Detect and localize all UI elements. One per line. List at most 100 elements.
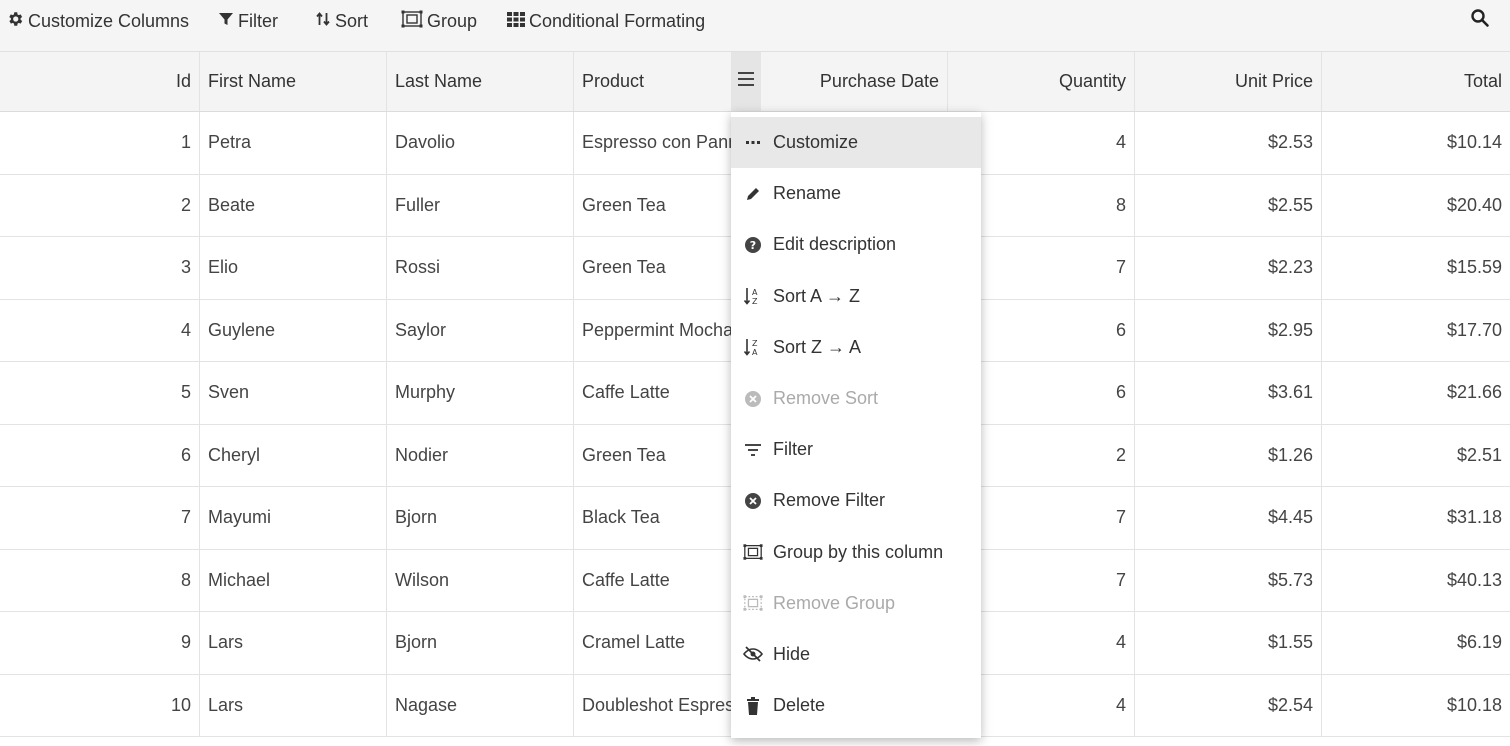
cell-last-name[interactable]: Murphy xyxy=(387,362,574,424)
menu-item-label: Delete xyxy=(773,695,826,716)
cell-first-name[interactable]: Cheryl xyxy=(200,424,387,486)
cell-total[interactable]: $2.51 xyxy=(1322,425,1510,487)
conditional-formatting-label: Conditional Formating xyxy=(529,10,706,31)
cell-total[interactable]: $15.59 xyxy=(1322,237,1510,299)
menu-item-remove-group[interactable]: Remove Group xyxy=(731,578,981,629)
menu-item-label: Filter xyxy=(773,439,813,460)
column-header-total[interactable]: Total xyxy=(1322,52,1510,111)
cell-unit-price[interactable]: $2.53 xyxy=(1135,112,1322,174)
filter-button[interactable]: Filter xyxy=(218,8,278,34)
cell-id[interactable]: 4 xyxy=(0,299,200,361)
cell-id[interactable]: 10 xyxy=(0,674,200,736)
column-header-id[interactable]: Id xyxy=(0,52,200,111)
menu-item-customize[interactable]: Customize xyxy=(731,117,981,169)
cell-id[interactable]: 7 xyxy=(0,487,200,549)
cell-first-name[interactable]: Lars xyxy=(200,674,387,736)
cell-last-name[interactable]: Nagase xyxy=(387,674,574,736)
cell-unit-price[interactable]: $1.55 xyxy=(1135,612,1322,674)
customize-columns-button[interactable]: Customize Columns xyxy=(6,8,189,34)
sort-label: Sort xyxy=(335,10,369,31)
grid-icon xyxy=(507,11,525,32)
cell-last-name[interactable]: Bjorn xyxy=(387,612,574,674)
cell-id[interactable]: 6 xyxy=(0,424,200,486)
cell-total[interactable]: $6.19 xyxy=(1322,612,1510,674)
cell-first-name[interactable]: Guylene xyxy=(200,299,387,361)
menu-item-edit-description[interactable]: ? Edit description xyxy=(731,219,981,270)
search-icon[interactable] xyxy=(1470,8,1492,30)
cell-first-name[interactable]: Elio xyxy=(200,237,387,299)
svg-text:?: ? xyxy=(750,239,756,252)
cell-unit-price[interactable]: $1.26 xyxy=(1135,424,1322,486)
svg-text:Z: Z xyxy=(752,297,758,306)
cell-unit-price[interactable]: $4.45 xyxy=(1135,487,1322,549)
cell-id[interactable]: 5 xyxy=(0,362,200,424)
sort-arrows-icon xyxy=(315,11,331,32)
cell-total[interactable]: $10.14 xyxy=(1322,112,1510,174)
cell-unit-price[interactable]: $5.73 xyxy=(1135,549,1322,611)
column-menu-button[interactable] xyxy=(731,52,761,111)
cell-last-name[interactable]: Fuller xyxy=(387,174,574,236)
cell-first-name[interactable]: Mayumi xyxy=(200,487,387,549)
hamburger-icon xyxy=(737,71,755,92)
cell-id[interactable]: 2 xyxy=(0,174,200,236)
cell-last-name[interactable]: Saylor xyxy=(387,299,574,361)
group-label: Group xyxy=(427,10,478,31)
cell-id[interactable]: 9 xyxy=(0,612,200,674)
cell-total[interactable]: $10.18 xyxy=(1322,675,1510,737)
menu-item-label: Rename xyxy=(773,183,842,204)
cell-unit-price[interactable]: $2.54 xyxy=(1135,674,1322,736)
cell-total[interactable]: $40.13 xyxy=(1322,550,1510,612)
menu-item-remove-sort[interactable]: Remove Sort xyxy=(731,373,981,424)
question-circle-icon: ? xyxy=(743,235,763,255)
menu-item-remove-filter[interactable]: Remove Filter xyxy=(731,475,981,526)
cell-first-name[interactable]: Petra xyxy=(200,112,387,174)
cell-last-name[interactable]: Davolio xyxy=(387,112,574,174)
group-icon xyxy=(743,542,763,562)
cell-total[interactable]: $17.70 xyxy=(1322,300,1510,362)
menu-item-hide[interactable]: Hide xyxy=(731,629,981,680)
cell-last-name[interactable]: Bjorn xyxy=(387,487,574,549)
menu-item-sort-asc[interactable]: AZ Sort A → Z xyxy=(731,271,981,322)
filter-label: Filter xyxy=(238,10,278,31)
group-button[interactable]: Group xyxy=(401,8,477,34)
column-header-quantity[interactable]: Quantity xyxy=(948,52,1135,111)
cell-unit-price[interactable]: $3.61 xyxy=(1135,362,1322,424)
sort-az-icon: AZ xyxy=(743,286,763,306)
menu-item-label: Remove Group xyxy=(773,592,896,613)
svg-text:Z: Z xyxy=(752,339,758,348)
menu-item-group-by-column[interactable]: Group by this column xyxy=(731,527,981,578)
cell-id[interactable]: 3 xyxy=(0,237,200,299)
toolbar: Customize Columns Filter Sort Group Cond… xyxy=(0,0,1510,52)
column-header-unit-price[interactable]: Unit Price xyxy=(1135,52,1322,111)
menu-item-label: Customize xyxy=(773,132,859,153)
cell-last-name[interactable]: Wilson xyxy=(387,549,574,611)
cell-total[interactable]: $20.40 xyxy=(1322,175,1510,237)
menu-item-rename[interactable]: Rename xyxy=(731,168,981,219)
cell-first-name[interactable]: Beate xyxy=(200,174,387,236)
cell-last-name[interactable]: Rossi xyxy=(387,237,574,299)
svg-text:A: A xyxy=(752,348,758,357)
menu-item-filter[interactable]: Filter xyxy=(731,424,981,475)
cell-first-name[interactable]: Michael xyxy=(200,549,387,611)
filter-icon xyxy=(218,11,234,32)
cell-unit-price[interactable]: $2.23 xyxy=(1135,237,1322,299)
column-header-last-name[interactable]: Last Name xyxy=(387,52,574,111)
cell-first-name[interactable]: Sven xyxy=(200,362,387,424)
cell-unit-price[interactable]: $2.55 xyxy=(1135,174,1322,236)
menu-item-label: Group by this column xyxy=(773,541,944,562)
conditional-formatting-button[interactable]: Conditional Formating xyxy=(507,8,705,34)
cell-total[interactable]: $21.66 xyxy=(1322,362,1510,424)
menu-item-delete[interactable]: Delete xyxy=(731,680,981,731)
cell-id[interactable]: 8 xyxy=(0,549,200,611)
cell-first-name[interactable]: Lars xyxy=(200,612,387,674)
cell-unit-price[interactable]: $2.95 xyxy=(1135,299,1322,361)
group-icon xyxy=(401,10,423,33)
cell-total[interactable]: $31.18 xyxy=(1322,487,1510,549)
column-header-purchase-date[interactable]: Purchase Date xyxy=(761,52,948,111)
sort-button[interactable]: Sort xyxy=(315,8,368,34)
column-header-first-name[interactable]: First Name xyxy=(200,52,387,111)
cell-last-name[interactable]: Nodier xyxy=(387,424,574,486)
cell-id[interactable]: 1 xyxy=(0,112,200,174)
svg-text:A: A xyxy=(752,288,758,297)
menu-item-sort-desc[interactable]: ZA Sort Z → A xyxy=(731,322,981,373)
